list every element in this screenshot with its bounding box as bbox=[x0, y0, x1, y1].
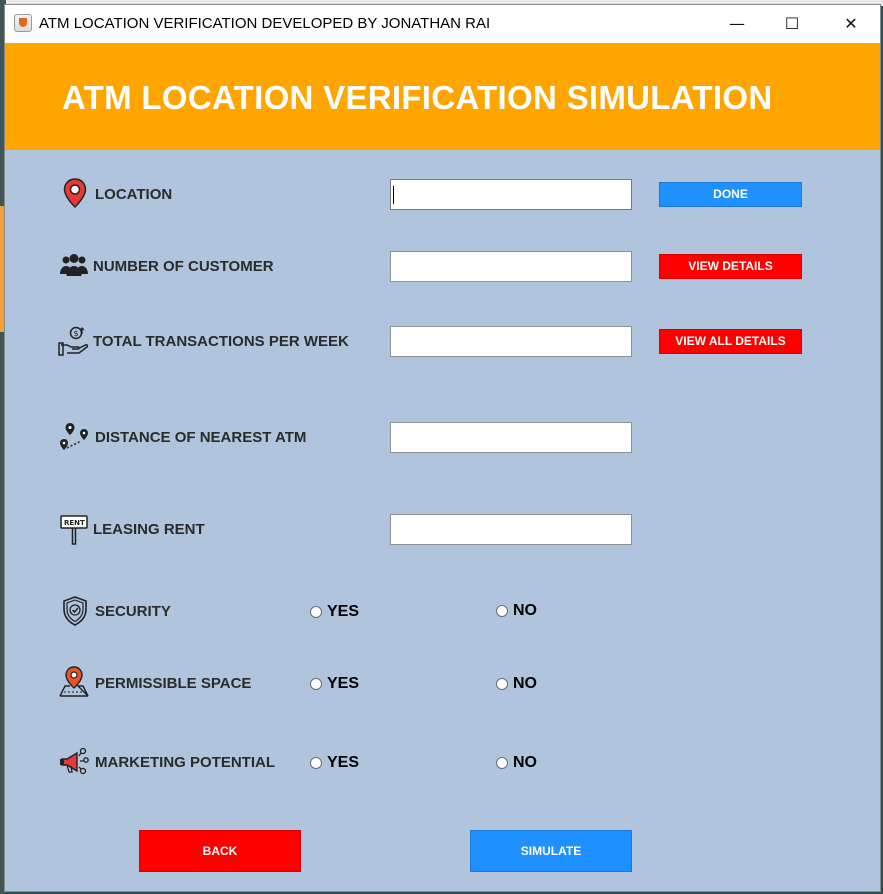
title-bar: ATM LOCATION VERIFICATION DEVELOPED BY J… bbox=[5, 5, 880, 43]
done-button[interactable]: DONE bbox=[659, 182, 802, 207]
customers-input[interactable] bbox=[390, 251, 632, 282]
location-input[interactable] bbox=[390, 179, 632, 210]
maximize-button[interactable]: ☐ bbox=[763, 5, 821, 43]
permissible-yes-label[interactable]: YES bbox=[327, 675, 359, 693]
text-caret bbox=[393, 186, 394, 204]
minimize-button[interactable]: — bbox=[708, 5, 766, 43]
marketing-no-radio[interactable] bbox=[496, 757, 508, 769]
map-location-icon bbox=[59, 666, 89, 697]
security-no-label[interactable]: NO bbox=[513, 602, 537, 620]
security-no-radio[interactable] bbox=[496, 605, 508, 617]
transactions-label: TOTAL TRANSACTIONS PER WEEK bbox=[93, 333, 349, 350]
rent-sign-icon: RENT bbox=[60, 515, 88, 545]
location-label: LOCATION bbox=[95, 186, 173, 203]
money-transaction-icon: $ bbox=[58, 326, 89, 356]
svg-text:$: $ bbox=[74, 329, 79, 338]
distance-label: DISTANCE OF NEAREST ATM bbox=[95, 429, 307, 446]
svg-text:RENT: RENT bbox=[64, 519, 85, 527]
customers-group-icon bbox=[60, 254, 88, 276]
marketing-label: MARKETING POTENTIAL bbox=[95, 754, 275, 771]
permissible-no-radio[interactable] bbox=[496, 678, 508, 690]
view-all-details-button[interactable]: VIEW ALL DETAILS bbox=[659, 329, 802, 354]
marketing-yes-radio[interactable] bbox=[310, 757, 322, 769]
close-button[interactable]: ✕ bbox=[822, 5, 880, 43]
permissible-no-label[interactable]: NO bbox=[513, 675, 537, 693]
security-yes-radio[interactable] bbox=[310, 606, 322, 618]
distance-route-icon bbox=[60, 423, 88, 450]
rent-label: LEASING RENT bbox=[93, 521, 205, 538]
security-shield-icon bbox=[63, 596, 87, 626]
back-button[interactable]: BACK bbox=[139, 830, 301, 872]
window-title: ATM LOCATION VERIFICATION DEVELOPED BY J… bbox=[39, 15, 491, 32]
location-pin-icon bbox=[63, 178, 87, 209]
view-details-button[interactable]: VIEW DETAILS bbox=[659, 254, 802, 279]
permissible-yes-radio[interactable] bbox=[310, 678, 322, 690]
security-label: SECURITY bbox=[95, 603, 171, 620]
marketing-yes-label[interactable]: YES bbox=[327, 754, 359, 772]
customers-label: NUMBER OF CUSTOMER bbox=[93, 258, 274, 275]
rent-input[interactable] bbox=[390, 514, 632, 545]
page-title: ATM LOCATION VERIFICATION SIMULATION bbox=[62, 79, 773, 116]
marketing-no-label[interactable]: NO bbox=[513, 754, 537, 772]
security-yes-label[interactable]: YES bbox=[327, 603, 359, 621]
java-app-icon bbox=[14, 14, 32, 32]
distance-input[interactable] bbox=[390, 422, 632, 453]
simulate-button[interactable]: SIMULATE bbox=[470, 830, 632, 872]
app-window: ATM LOCATION VERIFICATION DEVELOPED BY J… bbox=[4, 4, 881, 892]
marketing-megaphone-icon bbox=[60, 747, 89, 775]
header-banner: ATM LOCATION VERIFICATION SIMULATION bbox=[5, 43, 880, 150]
transactions-input[interactable] bbox=[390, 326, 632, 357]
permissible-space-label: PERMISSIBLE SPACE bbox=[95, 675, 252, 692]
